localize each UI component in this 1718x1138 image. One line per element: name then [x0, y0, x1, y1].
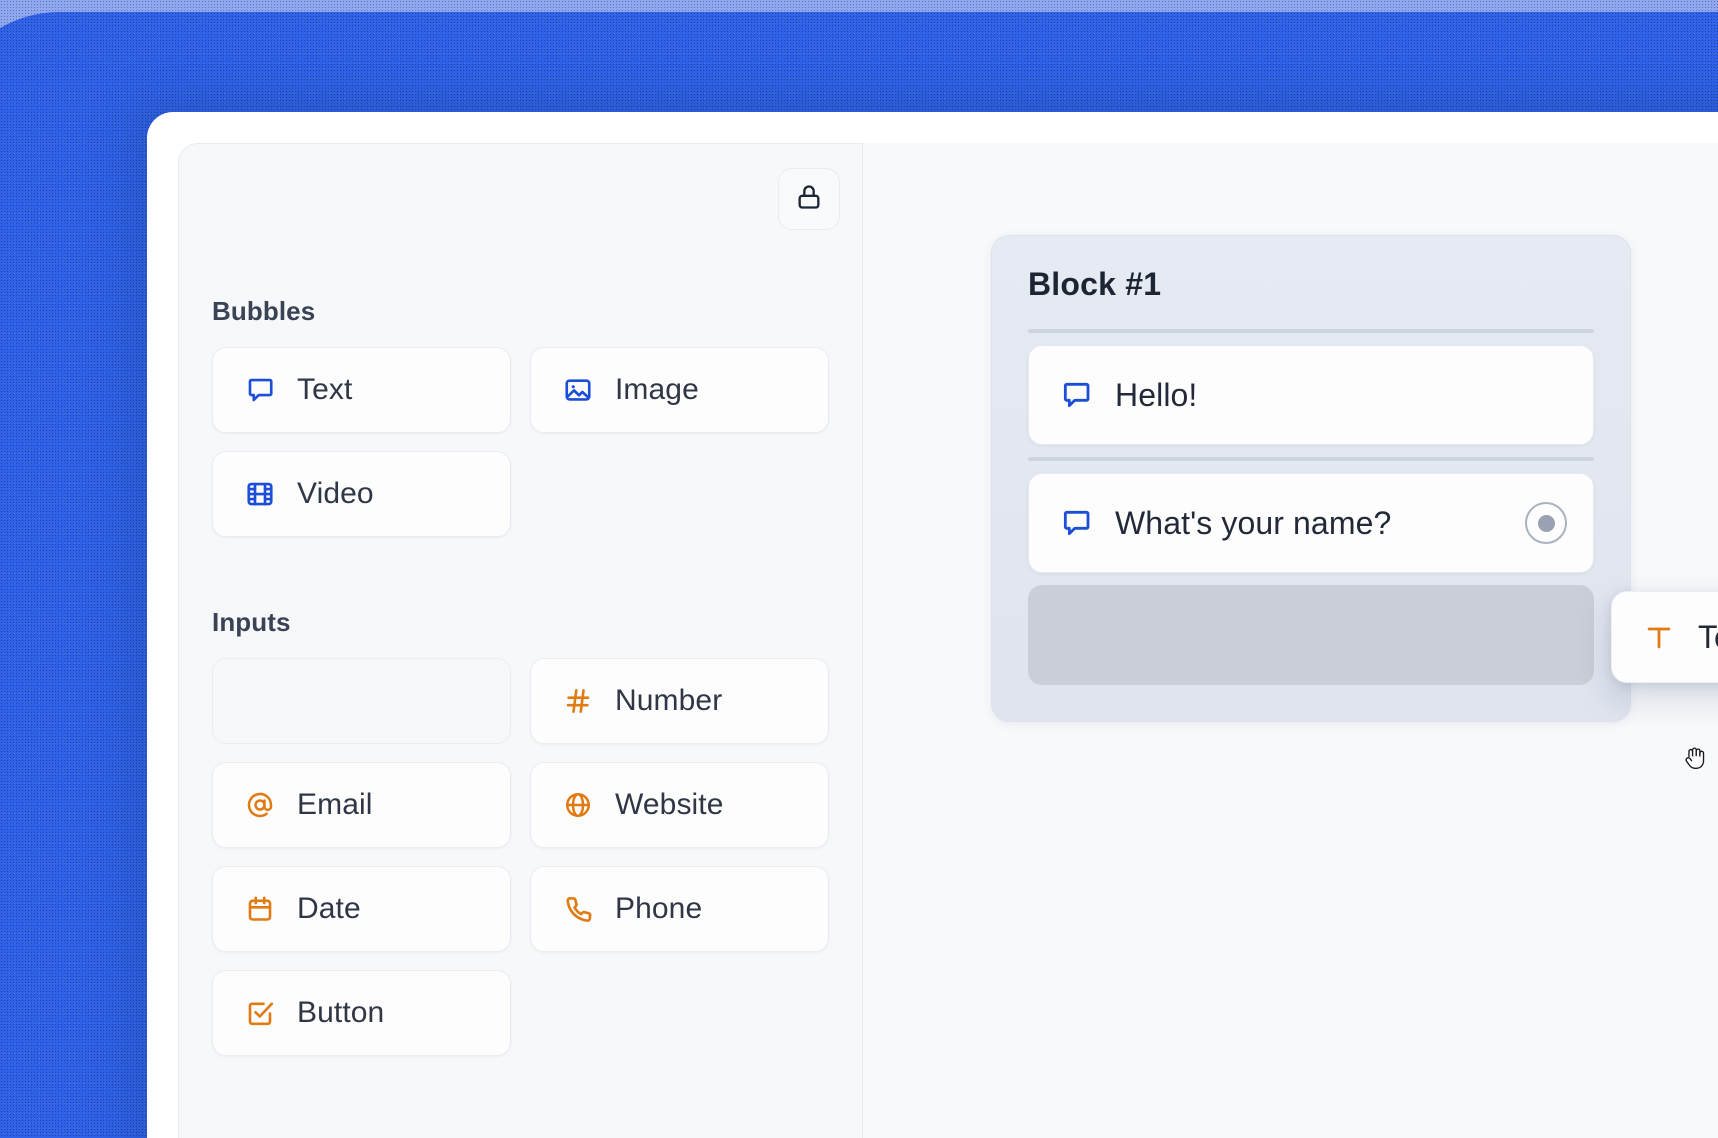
block-message-hello[interactable]: Hello! [1028, 345, 1594, 445]
block-item-label: Image [615, 373, 699, 406]
hash-icon [561, 684, 595, 718]
blocks-sidebar: Bubbles Text Image Video Inputs Number E… [178, 143, 863, 1138]
calendar-icon [243, 892, 277, 926]
block-card[interactable]: Block #1 Hello! What's your name? [991, 235, 1631, 722]
input-item-email[interactable]: Email [212, 762, 511, 848]
input-item-label: Phone [615, 892, 703, 925]
block-message-question[interactable]: What's your name? [1028, 473, 1594, 573]
app-window: Bubbles Text Image Video Inputs Number E… [147, 112, 1718, 1138]
block-item-label: Text [297, 373, 353, 406]
type-icon [1642, 620, 1676, 654]
block-divider [1028, 329, 1594, 333]
grabbing-hand-cursor [1681, 740, 1711, 779]
message-square-icon [1059, 378, 1093, 412]
drag-preview-text-item[interactable]: Text [1611, 591, 1718, 683]
drag-preview-label: Text [1698, 618, 1718, 655]
block-message-label: Hello! [1115, 376, 1198, 413]
film-icon [243, 477, 277, 511]
input-item-phone[interactable]: Phone [530, 866, 829, 952]
input-item-label: Button [297, 996, 385, 1029]
block-item-image[interactable]: Image [530, 347, 829, 433]
input-item-date[interactable]: Date [212, 866, 511, 952]
section-title-inputs: Inputs [212, 607, 291, 637]
block-message-label: What's your name? [1115, 504, 1392, 541]
message-square-icon [243, 373, 277, 407]
message-square-icon [1059, 506, 1093, 540]
flow-canvas: Block #1 Hello! What's your name? T [863, 143, 1718, 1138]
globe-icon [561, 788, 595, 822]
image-icon [561, 373, 595, 407]
bubbles-grid: Text Image Video [212, 347, 829, 537]
block-title: Block #1 [1028, 266, 1162, 302]
check-square-icon [243, 996, 277, 1030]
block-divider [1028, 457, 1594, 461]
input-item-button[interactable]: Button [212, 970, 511, 1056]
input-item-label: Email [297, 788, 373, 821]
block-item-label: Video [297, 477, 374, 510]
phone-icon [561, 892, 595, 926]
input-item-website[interactable]: Website [530, 762, 829, 848]
section-title-bubbles: Bubbles [212, 296, 316, 326]
input-item-label: Date [297, 892, 361, 925]
lock-button[interactable] [778, 168, 840, 230]
input-item-number[interactable]: Number [530, 658, 829, 744]
drop-target-placeholder [1028, 585, 1594, 685]
input-item-empty-slot [212, 658, 511, 744]
block-target-dot-icon[interactable] [1525, 502, 1567, 544]
inputs-grid: Number Email Website Date Phone Button [212, 658, 829, 1056]
input-item-label: Website [615, 788, 724, 821]
input-item-label: Number [615, 684, 723, 717]
lock-icon [795, 183, 823, 216]
at-sign-icon [243, 788, 277, 822]
block-item-video[interactable]: Video [212, 451, 511, 537]
block-item-text[interactable]: Text [212, 347, 511, 433]
